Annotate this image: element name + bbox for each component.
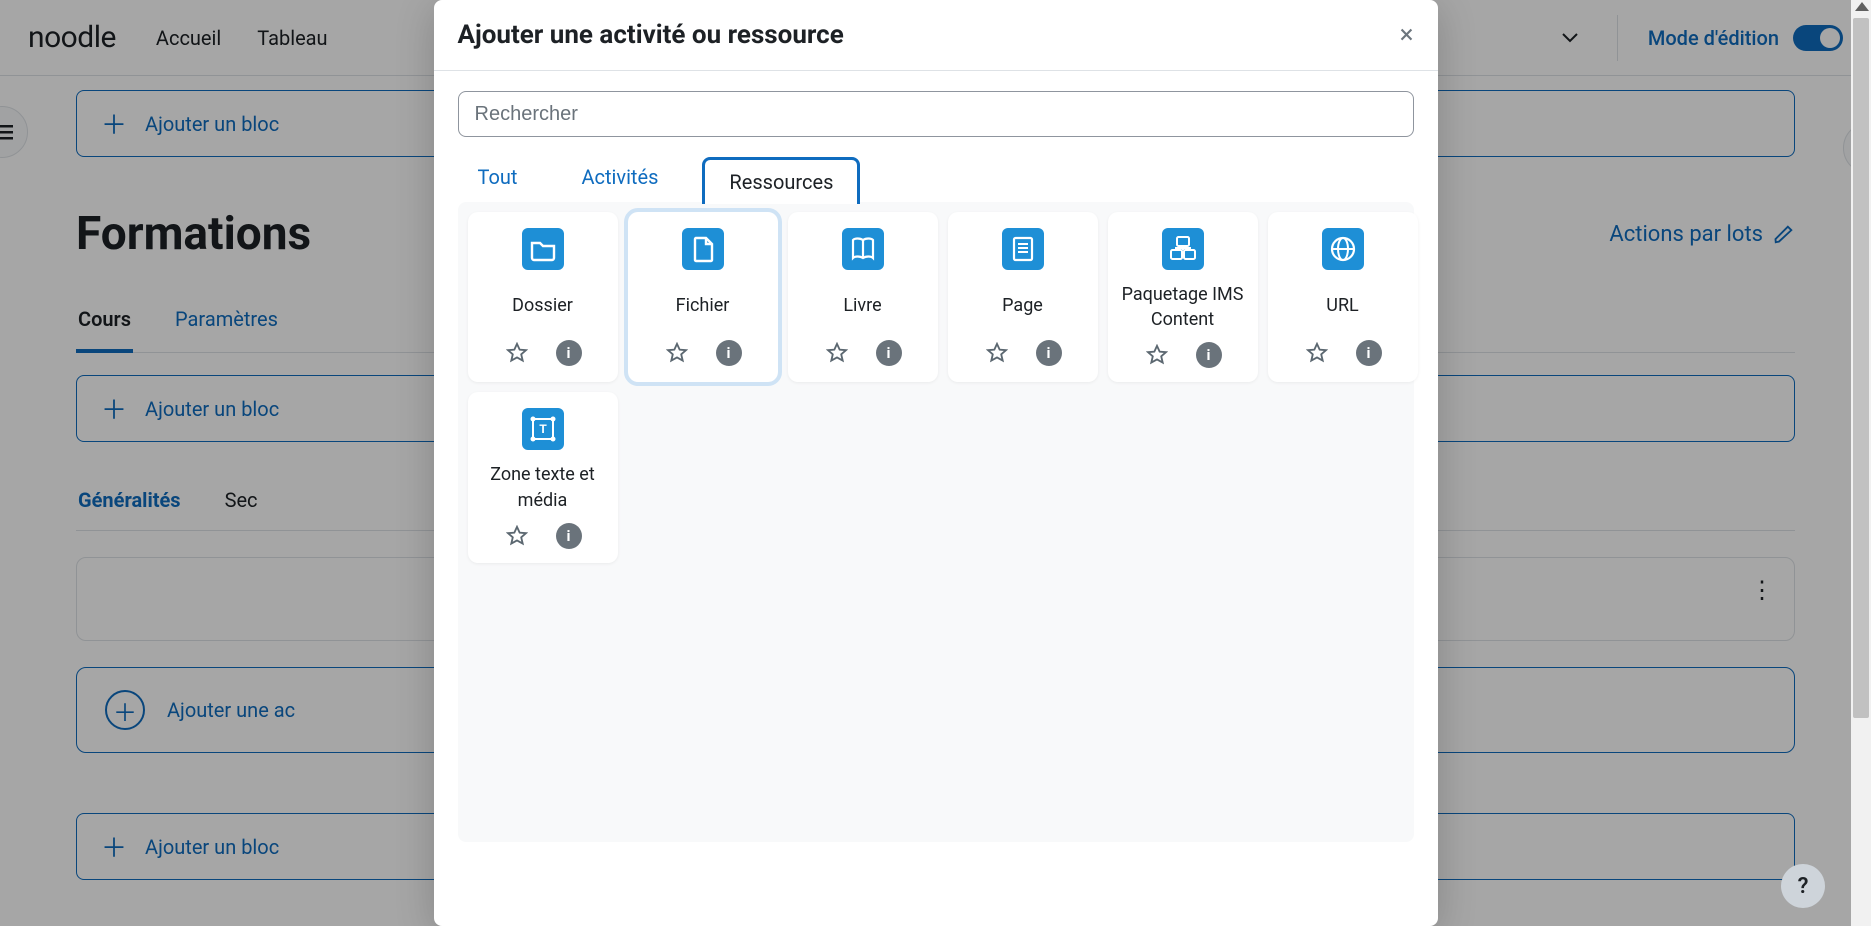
file-icon: [682, 228, 724, 270]
close-button[interactable]: ×: [1400, 20, 1414, 50]
search-input[interactable]: [458, 91, 1414, 137]
globe-icon: [1322, 228, 1364, 270]
modal-title: Ajouter une activité ou ressource: [458, 20, 844, 50]
resource-card-actions: i: [824, 340, 902, 366]
favourite-button[interactable]: [1304, 340, 1330, 366]
info-button[interactable]: i: [1196, 342, 1222, 368]
info-icon: i: [727, 344, 731, 362]
modal-panel-resources: Dossier i Fichier i Livre i Page: [458, 202, 1414, 842]
info-icon: i: [1207, 346, 1211, 364]
resource-card[interactable]: Dossier i: [468, 212, 618, 382]
help-label: ?: [1798, 874, 1809, 899]
resource-card-actions: i: [1304, 340, 1382, 366]
activity-chooser-modal: Ajouter une activité ou ressource × Tout…: [434, 0, 1438, 926]
info-button[interactable]: i: [556, 340, 582, 366]
svg-text:T: T: [539, 422, 547, 436]
info-icon: i: [1367, 344, 1371, 362]
resource-card-actions: i: [1144, 342, 1222, 368]
star-icon: [1306, 342, 1328, 364]
resource-cards-grid: Dossier i Fichier i Livre i Page: [468, 212, 1404, 563]
modal-tab-activities[interactable]: Activités: [561, 155, 678, 202]
modal-body: Tout Activités Ressources Dossier i Fich…: [434, 71, 1438, 926]
page-icon: [1002, 228, 1044, 270]
resource-card[interactable]: Livre i: [788, 212, 938, 382]
modal-tabs: Tout Activités Ressources: [458, 155, 1414, 202]
resource-card[interactable]: URL i: [1268, 212, 1418, 382]
scroll-up-icon[interactable]: [1855, 2, 1869, 11]
resource-card-actions: i: [504, 340, 582, 366]
favourite-button[interactable]: [504, 523, 530, 549]
resource-card-label: URL: [1322, 282, 1362, 330]
modal-tab-resources[interactable]: Ressources: [702, 157, 860, 204]
resource-card-actions: i: [504, 523, 582, 549]
close-icon: ×: [1400, 20, 1414, 50]
resource-card[interactable]: Paquetage IMS Content i: [1108, 212, 1258, 382]
star-icon: [986, 342, 1008, 364]
modal-tab-all[interactable]: Tout: [458, 155, 538, 202]
favourite-button[interactable]: [984, 340, 1010, 366]
help-button[interactable]: ?: [1781, 864, 1825, 908]
favourite-button[interactable]: [1144, 342, 1170, 368]
window-scrollbar[interactable]: [1851, 0, 1871, 926]
resource-card-actions: i: [984, 340, 1062, 366]
resource-card[interactable]: T Zone texte et média i: [468, 392, 618, 562]
resource-card-actions: i: [664, 340, 742, 366]
resource-card-label: Dossier: [508, 282, 577, 330]
star-icon: [506, 342, 528, 364]
info-icon: i: [1047, 344, 1051, 362]
resource-card-label: Page: [998, 282, 1047, 330]
info-button[interactable]: i: [716, 340, 742, 366]
textmedia-icon: T: [522, 408, 564, 450]
ims-icon: [1162, 228, 1204, 270]
resource-card-label: Fichier: [672, 282, 734, 330]
info-icon: i: [567, 344, 571, 362]
folder-icon: [522, 228, 564, 270]
info-button[interactable]: i: [876, 340, 902, 366]
info-button[interactable]: i: [556, 523, 582, 549]
star-icon: [506, 525, 528, 547]
star-icon: [666, 342, 688, 364]
favourite-button[interactable]: [664, 340, 690, 366]
resource-card-label: Paquetage IMS Content: [1116, 282, 1250, 332]
star-icon: [826, 342, 848, 364]
modal-header: Ajouter une activité ou ressource ×: [434, 0, 1438, 71]
info-icon: i: [567, 527, 571, 545]
favourite-button[interactable]: [824, 340, 850, 366]
resource-card[interactable]: Page i: [948, 212, 1098, 382]
favourite-button[interactable]: [504, 340, 530, 366]
resource-card-label: Zone texte et média: [476, 462, 610, 512]
resource-card[interactable]: Fichier i: [628, 212, 778, 382]
resource-card-label: Livre: [839, 282, 885, 330]
book-icon: [842, 228, 884, 270]
info-icon: i: [887, 344, 891, 362]
info-button[interactable]: i: [1036, 340, 1062, 366]
info-button[interactable]: i: [1356, 340, 1382, 366]
scroll-thumb[interactable]: [1853, 18, 1869, 718]
star-icon: [1146, 344, 1168, 366]
